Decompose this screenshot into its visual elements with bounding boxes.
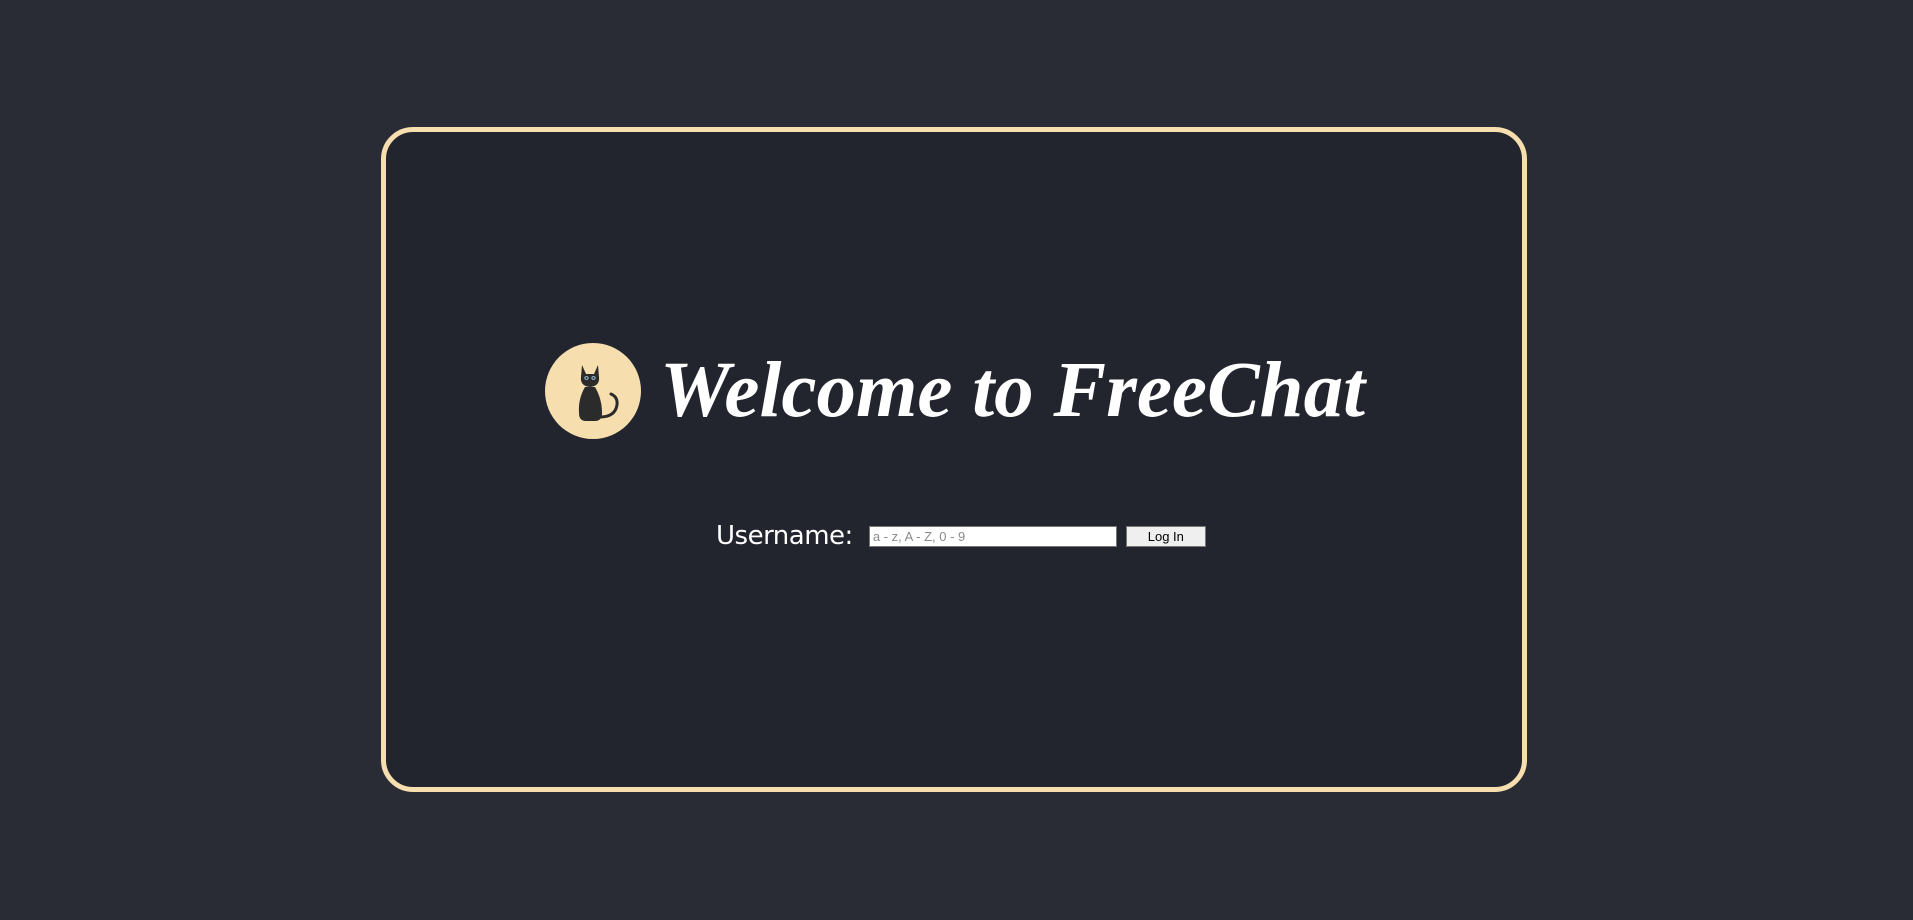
freechat-logo (545, 343, 641, 439)
login-button[interactable]: Log In (1125, 525, 1206, 547)
login-form: Username: Log In (716, 518, 1206, 554)
page-title: Welcome to FreeChat (660, 347, 1366, 434)
login-card (381, 127, 1527, 792)
cat-icon (578, 365, 619, 421)
username-input[interactable] (868, 525, 1117, 547)
username-label: Username: (716, 521, 853, 551)
